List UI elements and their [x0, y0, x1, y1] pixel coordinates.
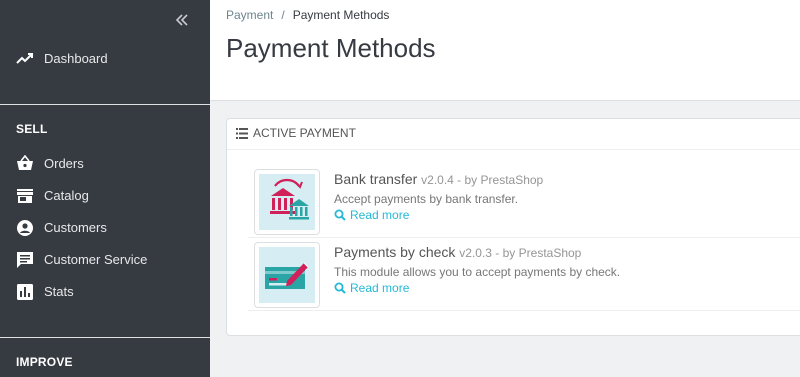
breadcrumb-current: Payment Methods — [292, 8, 390, 22]
page-title: Payment Methods — [226, 33, 436, 63]
module-version: v2.0.4 - by PrestaShop — [421, 173, 544, 187]
sidebar-item-catalog[interactable]: Catalog — [0, 183, 210, 209]
module-description: Accept payments by bank transfer. — [334, 192, 519, 206]
sidebar-item-label: Catalog — [44, 188, 89, 203]
chat-icon — [17, 252, 33, 268]
sidebar-item-orders[interactable]: Orders — [0, 151, 210, 177]
basket-icon — [17, 155, 33, 170]
sidebar-item-label: Stats — [44, 284, 74, 299]
sidebar-divider — [0, 104, 210, 105]
breadcrumb-separator: / — [281, 8, 285, 22]
check-icon — [265, 262, 309, 289]
breadcrumb: Payment / Payment Methods — [226, 8, 389, 22]
sidebar: Dashboard SELL Orders Catalog Customers — [0, 0, 210, 377]
read-more-label: Read more — [350, 208, 410, 222]
sidebar-divider — [0, 337, 210, 338]
breadcrumb-parent[interactable]: Payment — [226, 8, 273, 22]
sidebar-item-customer-service[interactable]: Customer Service — [0, 247, 210, 273]
module-description: This module allows you to accept payment… — [334, 265, 621, 279]
list-item: Bank transfer v2.0.4 - by PrestaShop Acc… — [248, 165, 800, 238]
search-icon — [334, 282, 346, 294]
search-icon — [334, 209, 346, 221]
module-title: Bank transfer — [334, 171, 418, 187]
sidebar-item-label: Orders — [44, 156, 84, 171]
module-version: v2.0.3 - by PrestaShop — [459, 246, 582, 260]
module-name: Bank transfer v2.0.4 - by PrestaShop — [334, 171, 543, 187]
module-name: Payments by check v2.0.3 - by PrestaShop — [334, 244, 581, 260]
read-more-link[interactable]: Read more — [334, 281, 409, 295]
panel-title: Active payment — [253, 126, 356, 140]
module-title: Payments by check — [334, 244, 456, 260]
read-more-link[interactable]: Read more — [334, 208, 409, 222]
active-payment-panel: Active payment — [226, 118, 800, 336]
collapse-sidebar-icon[interactable] — [174, 12, 190, 28]
check-payment-logo — [254, 242, 320, 308]
list-item: Payments by check v2.0.3 - by PrestaShop… — [248, 238, 800, 311]
account-circle-icon — [17, 220, 33, 236]
sidebar-item-label: Customers — [44, 220, 107, 235]
sidebar-item-label: Customer Service — [44, 252, 148, 267]
bank-transfer-logo — [254, 169, 320, 235]
sidebar-item-customers[interactable]: Customers — [0, 215, 210, 241]
sidebar-item-label: Dashboard — [44, 51, 108, 66]
trending-up-icon — [16, 53, 33, 64]
read-more-label: Read more — [350, 281, 410, 295]
bar-chart-icon — [17, 284, 33, 300]
page-header: Payment / Payment Methods Payment Methods — [210, 0, 800, 101]
store-icon — [17, 189, 33, 203]
sidebar-item-dashboard[interactable]: Dashboard — [0, 46, 210, 72]
panel-header: Active payment — [227, 119, 800, 150]
bank-icon — [270, 178, 309, 220]
section-improve: IMPROVE — [16, 355, 73, 369]
section-sell: SELL — [16, 122, 48, 136]
list-icon — [236, 128, 248, 139]
sidebar-item-stats[interactable]: Stats — [0, 279, 210, 305]
